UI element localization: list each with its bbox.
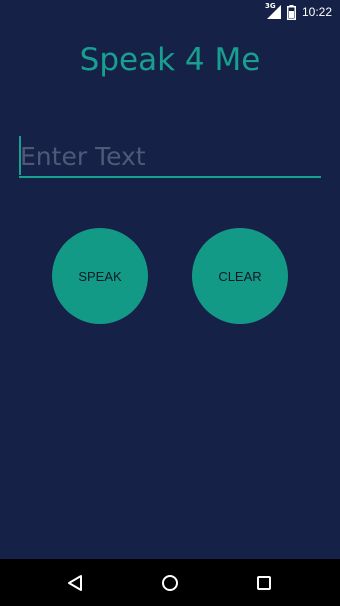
- clear-button[interactable]: CLEAR: [192, 228, 288, 324]
- status-bar: 3G 10:22: [0, 0, 340, 24]
- back-icon[interactable]: [63, 571, 87, 595]
- signal-icon: 3G: [264, 2, 281, 19]
- recents-icon[interactable]: [252, 571, 276, 595]
- text-field: [19, 136, 321, 178]
- status-icons: 3G 10:22: [264, 2, 332, 20]
- home-icon[interactable]: [158, 571, 182, 595]
- speak-button[interactable]: SPEAK: [52, 228, 148, 324]
- network-type-label: 3G: [264, 2, 276, 10]
- clock: 10:22: [301, 5, 332, 19]
- navigation-bar: [0, 559, 340, 606]
- battery-icon: [286, 4, 296, 20]
- text-input[interactable]: [19, 136, 321, 176]
- app-title: Speak 4 Me: [79, 42, 261, 78]
